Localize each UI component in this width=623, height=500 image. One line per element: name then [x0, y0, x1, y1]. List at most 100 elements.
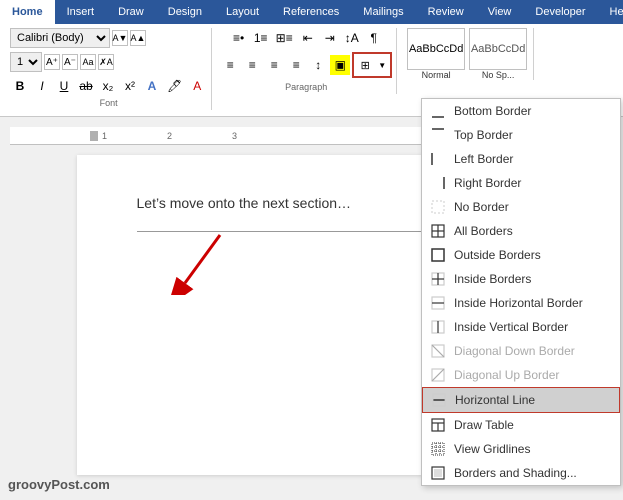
all-borders-icon [430, 223, 446, 239]
style-nospacing-preview[interactable]: AaBbCcDd [469, 28, 527, 70]
shrink-font-button[interactable]: A⁻ [62, 54, 78, 70]
menu-horizontal-line[interactable]: Horizontal Line [422, 387, 620, 413]
tab-developer[interactable]: Developer [523, 0, 597, 24]
tab-help[interactable]: Help [598, 0, 623, 24]
ruler-mark-2: 2 [167, 131, 172, 141]
menu-inside-borders[interactable]: Inside Borders [422, 267, 620, 291]
menu-left-border[interactable]: Left Border [422, 147, 620, 171]
line-spacing-button[interactable]: ↕ [308, 55, 328, 75]
borders-dropdown-arrow[interactable]: ▼ [375, 55, 389, 75]
font-size-select[interactable]: 11 [10, 52, 42, 72]
align-left-button[interactable]: ≡ [220, 55, 240, 75]
superscript-button[interactable]: x² [120, 76, 140, 96]
menu-inside-h-border[interactable]: Inside Horizontal Border [422, 291, 620, 315]
diag-up-icon [430, 367, 446, 383]
menu-borders-shading[interactable]: Borders and Shading... [422, 461, 620, 485]
change-case-button[interactable]: Aa [80, 54, 96, 70]
increase-indent-button[interactable]: ⇥ [320, 28, 340, 48]
decrease-indent-button[interactable]: ⇤ [298, 28, 318, 48]
menu-borders-shading-label: Borders and Shading... [454, 466, 577, 480]
style-normal-text: AaBbCcDd [409, 43, 463, 55]
styles-group: AaBbCcDd Normal AaBbCcDd No Sp... [401, 28, 534, 80]
tab-review[interactable]: Review [416, 0, 476, 24]
h-line-icon [431, 392, 447, 408]
highlight-button[interactable]: 🖊 [164, 76, 185, 96]
borders-dropdown-container: ⊞ ▼ [352, 52, 392, 78]
menu-draw-table-label: Draw Table [454, 418, 514, 432]
menu-all-borders-label: All Borders [454, 224, 513, 238]
menu-outside-borders[interactable]: Outside Borders [422, 243, 620, 267]
show-marks-button[interactable]: ¶ [364, 28, 384, 48]
borders-shading-icon [430, 465, 446, 481]
strikethrough-button[interactable]: ab [76, 76, 96, 96]
menu-inside-v-border-label: Inside Vertical Border [454, 320, 568, 334]
tab-layout[interactable]: Layout [214, 0, 271, 24]
clear-format-button[interactable]: ✗A [98, 54, 114, 70]
draw-table-icon [430, 417, 446, 433]
menu-diagonal-down: Diagonal Down Border [422, 339, 620, 363]
shading-button[interactable]: ▣ [330, 55, 350, 75]
tab-mailings[interactable]: Mailings [351, 0, 415, 24]
menu-no-border-label: No Border [454, 200, 509, 214]
menu-left-border-label: Left Border [454, 152, 513, 166]
tab-references[interactable]: References [271, 0, 351, 24]
left-border-icon [430, 151, 446, 167]
menu-top-border[interactable]: Top Border [422, 123, 620, 147]
bold-button[interactable]: B [10, 76, 30, 96]
bottom-border-icon [430, 103, 446, 119]
menu-no-border[interactable]: No Border [422, 195, 620, 219]
font-size-row: 11 A⁺ A⁻ Aa ✗A [10, 52, 114, 72]
italic-button[interactable]: I [32, 76, 52, 96]
menu-right-border[interactable]: Right Border [422, 171, 620, 195]
decrease-font-icon[interactable]: A▼ [112, 30, 128, 46]
sort-button[interactable]: ↕A [342, 28, 362, 48]
diag-down-icon [430, 343, 446, 359]
style-nospacing-text: AaBbCcDd [471, 43, 525, 55]
menu-bottom-border[interactable]: Bottom Border [422, 99, 620, 123]
menu-all-borders[interactable]: All Borders [422, 219, 620, 243]
borders-dropdown-menu: Bottom Border Top Border Left Border Rig… [421, 98, 621, 486]
menu-draw-table[interactable]: Draw Table [422, 413, 620, 437]
font-name-select[interactable]: Calibri (Body) [10, 28, 110, 48]
menu-bottom-border-label: Bottom Border [454, 104, 531, 118]
underline-button[interactable]: U [54, 76, 74, 96]
menu-inside-borders-label: Inside Borders [454, 272, 531, 286]
style-normal-label: Normal [422, 70, 451, 80]
menu-outside-borders-label: Outside Borders [454, 248, 541, 262]
style-nospacing-box: AaBbCcDd No Sp... [469, 28, 527, 80]
menu-view-gridlines[interactable]: View Gridlines [422, 437, 620, 461]
tab-insert[interactable]: Insert [55, 0, 107, 24]
font-color-button[interactable]: A [187, 76, 207, 96]
paragraph-group: ≡• 1≡ ⊞≡ ⇤ ⇥ ↕A ¶ ≡ ≡ ≡ ≡ ↕ ▣ ⊞ ▼ [216, 28, 397, 94]
increase-font-icon[interactable]: A▲ [130, 30, 146, 46]
menu-top-border-label: Top Border [454, 128, 513, 142]
multilevel-button[interactable]: ⊞≡ [273, 28, 296, 48]
menu-right-border-label: Right Border [454, 176, 521, 190]
style-normal-box: AaBbCcDd Normal [407, 28, 465, 80]
numbering-button[interactable]: 1≡ [251, 28, 271, 48]
inside-v-icon [430, 319, 446, 335]
ribbon-tabs-bar: Home Insert Draw Design Layout Reference… [0, 0, 623, 24]
inside-h-icon [430, 295, 446, 311]
tab-home[interactable]: Home [0, 0, 55, 24]
align-center-button[interactable]: ≡ [242, 55, 262, 75]
top-border-icon [430, 127, 446, 143]
ruler-mark-1: 1 [102, 131, 107, 141]
style-nospacing-label: No Sp... [482, 70, 515, 80]
align-right-button[interactable]: ≡ [264, 55, 284, 75]
font-name-row: Calibri (Body) A▼ A▲ [10, 28, 146, 48]
borders-button[interactable]: ⊞ [355, 55, 375, 75]
style-normal-preview[interactable]: AaBbCcDd [407, 28, 465, 70]
font-format-row: B I U ab x₂ x² A 🖊 A [10, 76, 207, 96]
text-effects-button[interactable]: A [142, 76, 162, 96]
tab-draw[interactable]: Draw [106, 0, 156, 24]
justify-button[interactable]: ≡ [286, 55, 306, 75]
subscript-button[interactable]: x₂ [98, 76, 118, 96]
grow-font-button[interactable]: A⁺ [44, 54, 60, 70]
tab-design[interactable]: Design [156, 0, 214, 24]
no-border-icon [430, 199, 446, 215]
bullets-button[interactable]: ≡• [229, 28, 249, 48]
menu-inside-v-border[interactable]: Inside Vertical Border [422, 315, 620, 339]
tab-view[interactable]: View [476, 0, 524, 24]
outside-borders-icon [430, 247, 446, 263]
